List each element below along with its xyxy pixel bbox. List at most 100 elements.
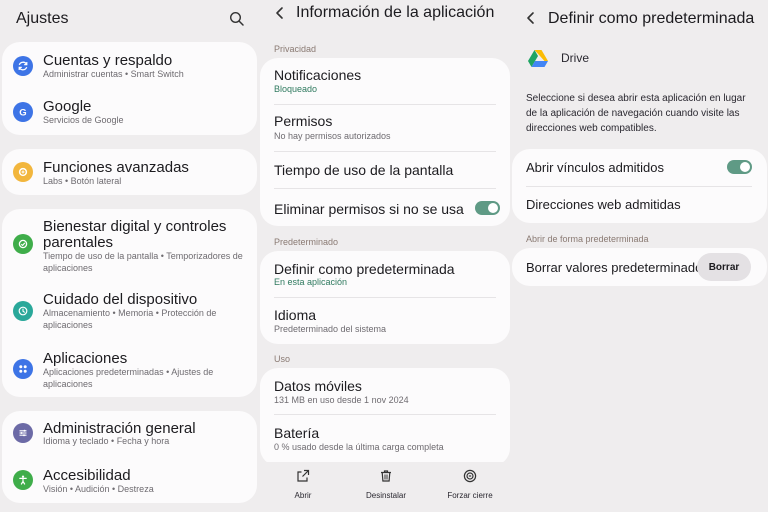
clear-defaults-title: Borrar valores predeterminados [526,260,709,275]
settings-item-subtitle: Tiempo de uso de la pantalla • Temporiza… [43,251,243,261]
remove-permissions-toggle[interactable] [475,201,500,215]
settings-item-subtitle: Labs • Botón lateral [43,176,122,186]
row-title: Datos móviles [274,378,362,394]
web-addresses-row[interactable]: Direcciones web admitidas [512,187,767,223]
google-icon: G [13,102,33,122]
section-header: Privacidad [274,44,317,54]
force-stop-icon [463,469,477,483]
open-links-toggle[interactable] [727,160,752,174]
row-value: 131 MB en uso desde 1 nov 2024 [274,395,409,405]
permissions-row[interactable]: Permisos No hay permisos autorizados [260,105,510,151]
settings-item-title: Google [43,98,92,115]
drive-icon [528,49,548,67]
row-title: Direcciones web admitidas [526,197,681,212]
force-stop-button[interactable]: Forzar cierre [440,469,500,500]
clear-button[interactable]: Borrar [697,253,751,281]
row-value: En esta aplicación [274,277,348,287]
section-header: Predeterminado [274,237,339,247]
settings-item-advanced[interactable]: Funciones avanzadas Labs • Botón lateral [2,149,257,195]
section-header: Uso [274,354,291,364]
set-default-panel: Definir como predeterminada Drive Selecc… [511,0,768,512]
settings-item-wellbeing[interactable]: Bienestar digital y controles parentales… [2,209,257,279]
settings-item-google[interactable]: G Google Servicios de Google [2,88,257,135]
page-title: Información de la aplicación [296,4,495,21]
search-icon[interactable] [229,11,245,27]
wellbeing-icon [13,234,33,254]
row-title: Eliminar permisos si no se usa [274,201,464,217]
settings-item-title: Accesibilidad [43,467,131,484]
settings-item-subtitle-line2: aplicaciones [43,379,93,389]
app-name: Drive [561,51,590,65]
privacy-card: Notificaciones Bloqueado Permisos No hay… [260,58,510,226]
row-title: Notificaciones [274,67,362,83]
row-value: Bloqueado [274,84,318,94]
settings-item-accounts[interactable]: Cuentas y respaldo Administrar cuentas •… [2,42,257,88]
row-title: Tiempo de uso de la pantalla [274,162,454,178]
trash-icon [381,470,391,482]
uninstall-button[interactable]: Desinstalar [356,469,416,500]
apps-grid-icon [13,359,33,379]
mobile-data-row[interactable]: Datos móviles 131 MB en uso desde 1 nov … [260,368,510,414]
usage-card: Datos móviles 131 MB en uso desde 1 nov … [260,368,510,466]
page-title: Definir como predeterminada [548,10,755,27]
back-arrow-icon[interactable] [273,6,287,20]
settings-item-subtitle-line2: aplicaciones [43,320,93,330]
settings-item-title: Bienestar digital y controles [43,218,227,235]
settings-item-subtitle: Aplicaciones predeterminadas • Ajustes d… [43,367,214,377]
force-stop-label: Forzar cierre [447,491,493,500]
settings-item-title: Cuidado del dispositivo [43,291,198,308]
row-title: Batería [274,425,320,441]
description-text: Seleccione si desea abrir esta aplicació… [526,93,746,134]
row-title: Permisos [274,113,333,129]
settings-item-apps[interactable]: Aplicaciones Aplicaciones predeterminada… [2,340,257,397]
open-label: Abrir [294,491,312,500]
row-title: Definir como predeterminada [274,261,455,277]
section-header: Abrir de forma predeterminada [526,234,649,244]
settings-panel: Ajustes Cuentas y respaldo Administrar c… [0,0,258,512]
settings-item-title: Aplicaciones [43,350,128,367]
sync-icon [13,56,33,76]
row-value: Predeterminado del sistema [274,324,387,334]
open-external-icon [297,469,310,482]
settings-item-subtitle: Administrar cuentas • Smart Switch [43,69,184,79]
language-row[interactable]: Idioma Predeterminado del sistema [260,298,510,344]
app-info-panel: Información de la aplicación Privacidad … [258,0,511,512]
device-care-icon [13,301,33,321]
settings-item-subtitle-line2: aplicaciones [43,263,93,273]
uninstall-label: Desinstalar [365,491,406,500]
row-value: No hay permisos autorizados [274,131,391,141]
battery-row[interactable]: Batería 0 % usado desde la última carga … [260,415,510,465]
row-value: 0 % usado desde la última carga completa [274,442,444,452]
settings-item-title: Cuentas y respaldo [43,52,173,69]
settings-item-device-care[interactable]: Cuidado del dispositivo Almacenamiento •… [2,282,257,339]
accessibility-icon [13,470,33,490]
set-default-row[interactable]: Definir como predeterminada En esta apli… [260,251,510,297]
remove-permissions-row[interactable]: Eliminar permisos si no se usa [260,189,510,226]
row-title: Idioma [274,307,317,323]
settings-item-subtitle: Almacenamiento • Memoria • Protección de [43,308,217,318]
general-card: Administración general Idioma y teclado … [2,411,257,503]
settings-item-title-line2: parentales [43,234,114,251]
screen-time-row[interactable]: Tiempo de uso de la pantalla [260,152,510,188]
notifications-row[interactable]: Notificaciones Bloqueado [260,58,510,104]
wellbeing-card: Bienestar digital y controles parentales… [2,209,257,397]
open-links-row[interactable]: Abrir vínculos admitidos [512,149,767,186]
accounts-card: Cuentas y respaldo Administrar cuentas •… [2,42,257,135]
default-card: Definir como predeterminada En esta apli… [260,251,510,344]
back-arrow-icon[interactable] [524,11,538,25]
page-title: Ajustes [16,10,69,27]
bottom-action-bar: Abrir Desinstalar Forzar cierre [258,462,511,512]
settings-item-subtitle: Idioma y teclado • Fecha y hora [43,436,170,446]
sliders-icon [13,423,33,443]
settings-item-general[interactable]: Administración general Idioma y teclado … [2,411,257,457]
settings-item-accessibility[interactable]: Accesibilidad Visión • Audición • Destre… [2,457,257,503]
advanced-card: Funciones avanzadas Labs • Botón lateral [2,149,257,195]
settings-item-title: Funciones avanzadas [43,159,189,176]
settings-item-subtitle: Servicios de Google [43,115,124,125]
svg-text:G: G [19,107,26,118]
open-button[interactable]: Abrir [273,469,333,500]
settings-item-subtitle: Visión • Audición • Destreza [43,484,154,494]
clear-defaults-card: Borrar valores predeterminados Borrar [512,248,767,286]
gear-plus-icon [13,162,33,182]
row-title: Abrir vínculos admitidos [526,160,664,175]
